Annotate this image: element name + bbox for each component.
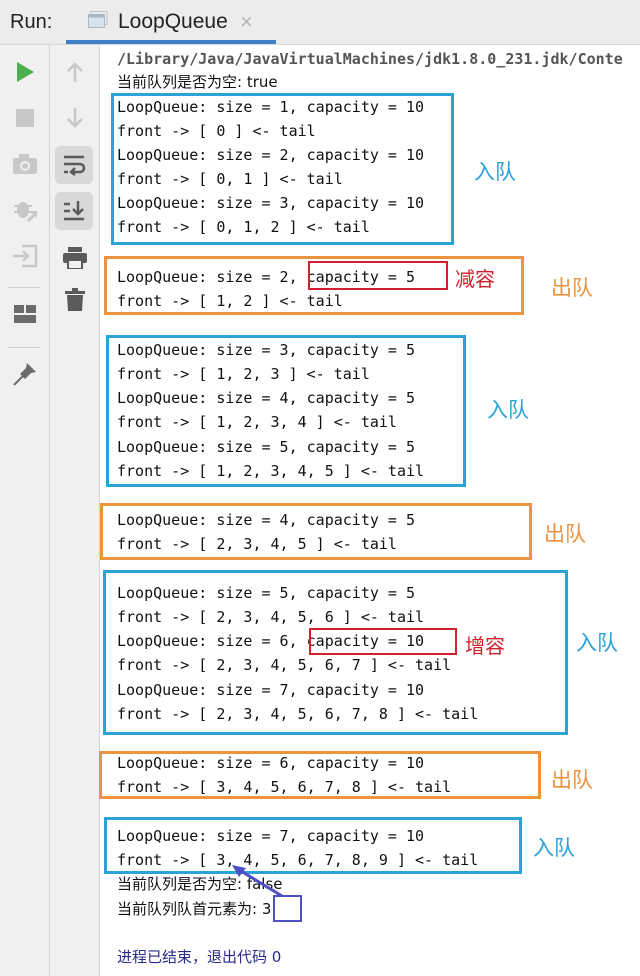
arrow-down-icon[interactable]: [60, 103, 90, 133]
process-exit-line: 进程已结束，退出代码 0: [117, 948, 282, 966]
capacity-highlight-box: [308, 261, 448, 290]
enqueue-box: [104, 817, 522, 874]
console-toolbar: [50, 45, 100, 976]
scroll-to-end-icon[interactable]: [55, 192, 93, 230]
layout-icon[interactable]: [10, 299, 40, 329]
grow-label: 增容: [465, 634, 505, 658]
pin-icon[interactable]: [10, 359, 40, 389]
pointer-arrow-icon: [232, 865, 283, 898]
tab-loopqueue[interactable]: LoopQueue ×: [66, 0, 276, 44]
tab-active-indicator: [66, 40, 276, 44]
dequeue-label: 出队: [551, 276, 593, 300]
dequeue-box: [99, 751, 541, 799]
print-icon[interactable]: [60, 243, 90, 273]
close-icon[interactable]: ×: [240, 9, 253, 35]
stop-icon[interactable]: [10, 103, 40, 133]
front-element-line: 当前队列队首元素为: 3: [117, 900, 272, 918]
dequeue-box: [100, 503, 532, 560]
trash-icon[interactable]: [60, 285, 90, 315]
dequeue-label: 出队: [551, 768, 593, 792]
enqueue-box: [106, 335, 466, 487]
enqueue-label: 入队: [474, 160, 516, 184]
enqueue-label: 入队: [533, 836, 575, 860]
left-toolbar: [0, 45, 50, 976]
capacity-highlight-box: [309, 628, 457, 655]
camera-icon[interactable]: [10, 149, 40, 179]
console-window-icon: [88, 11, 108, 28]
debug-icon[interactable]: [10, 195, 40, 225]
soft-wrap-icon[interactable]: [55, 146, 93, 184]
run-toolbar-header: Run: LoopQueue ×: [0, 0, 640, 45]
enqueue-label: 入队: [576, 631, 618, 655]
play-icon[interactable]: [10, 57, 40, 87]
shrink-label: 减容: [455, 267, 495, 291]
front-value-highlight-box: [273, 895, 302, 922]
dequeue-label: 出队: [544, 522, 586, 546]
java-path-line: /Library/Java/JavaVirtualMachines/jdk1.8…: [117, 50, 623, 68]
enqueue-box: [111, 93, 454, 245]
enqueue-label: 入队: [487, 398, 529, 422]
is-empty-line: 当前队列是否为空: true: [117, 73, 278, 91]
run-label: Run:: [10, 11, 53, 33]
tab-title: LoopQueue: [118, 10, 228, 33]
toolbar-separator: [8, 347, 40, 348]
arrow-up-icon[interactable]: [60, 57, 90, 87]
toolbar-separator: [8, 287, 40, 288]
import-icon[interactable]: [10, 241, 40, 271]
